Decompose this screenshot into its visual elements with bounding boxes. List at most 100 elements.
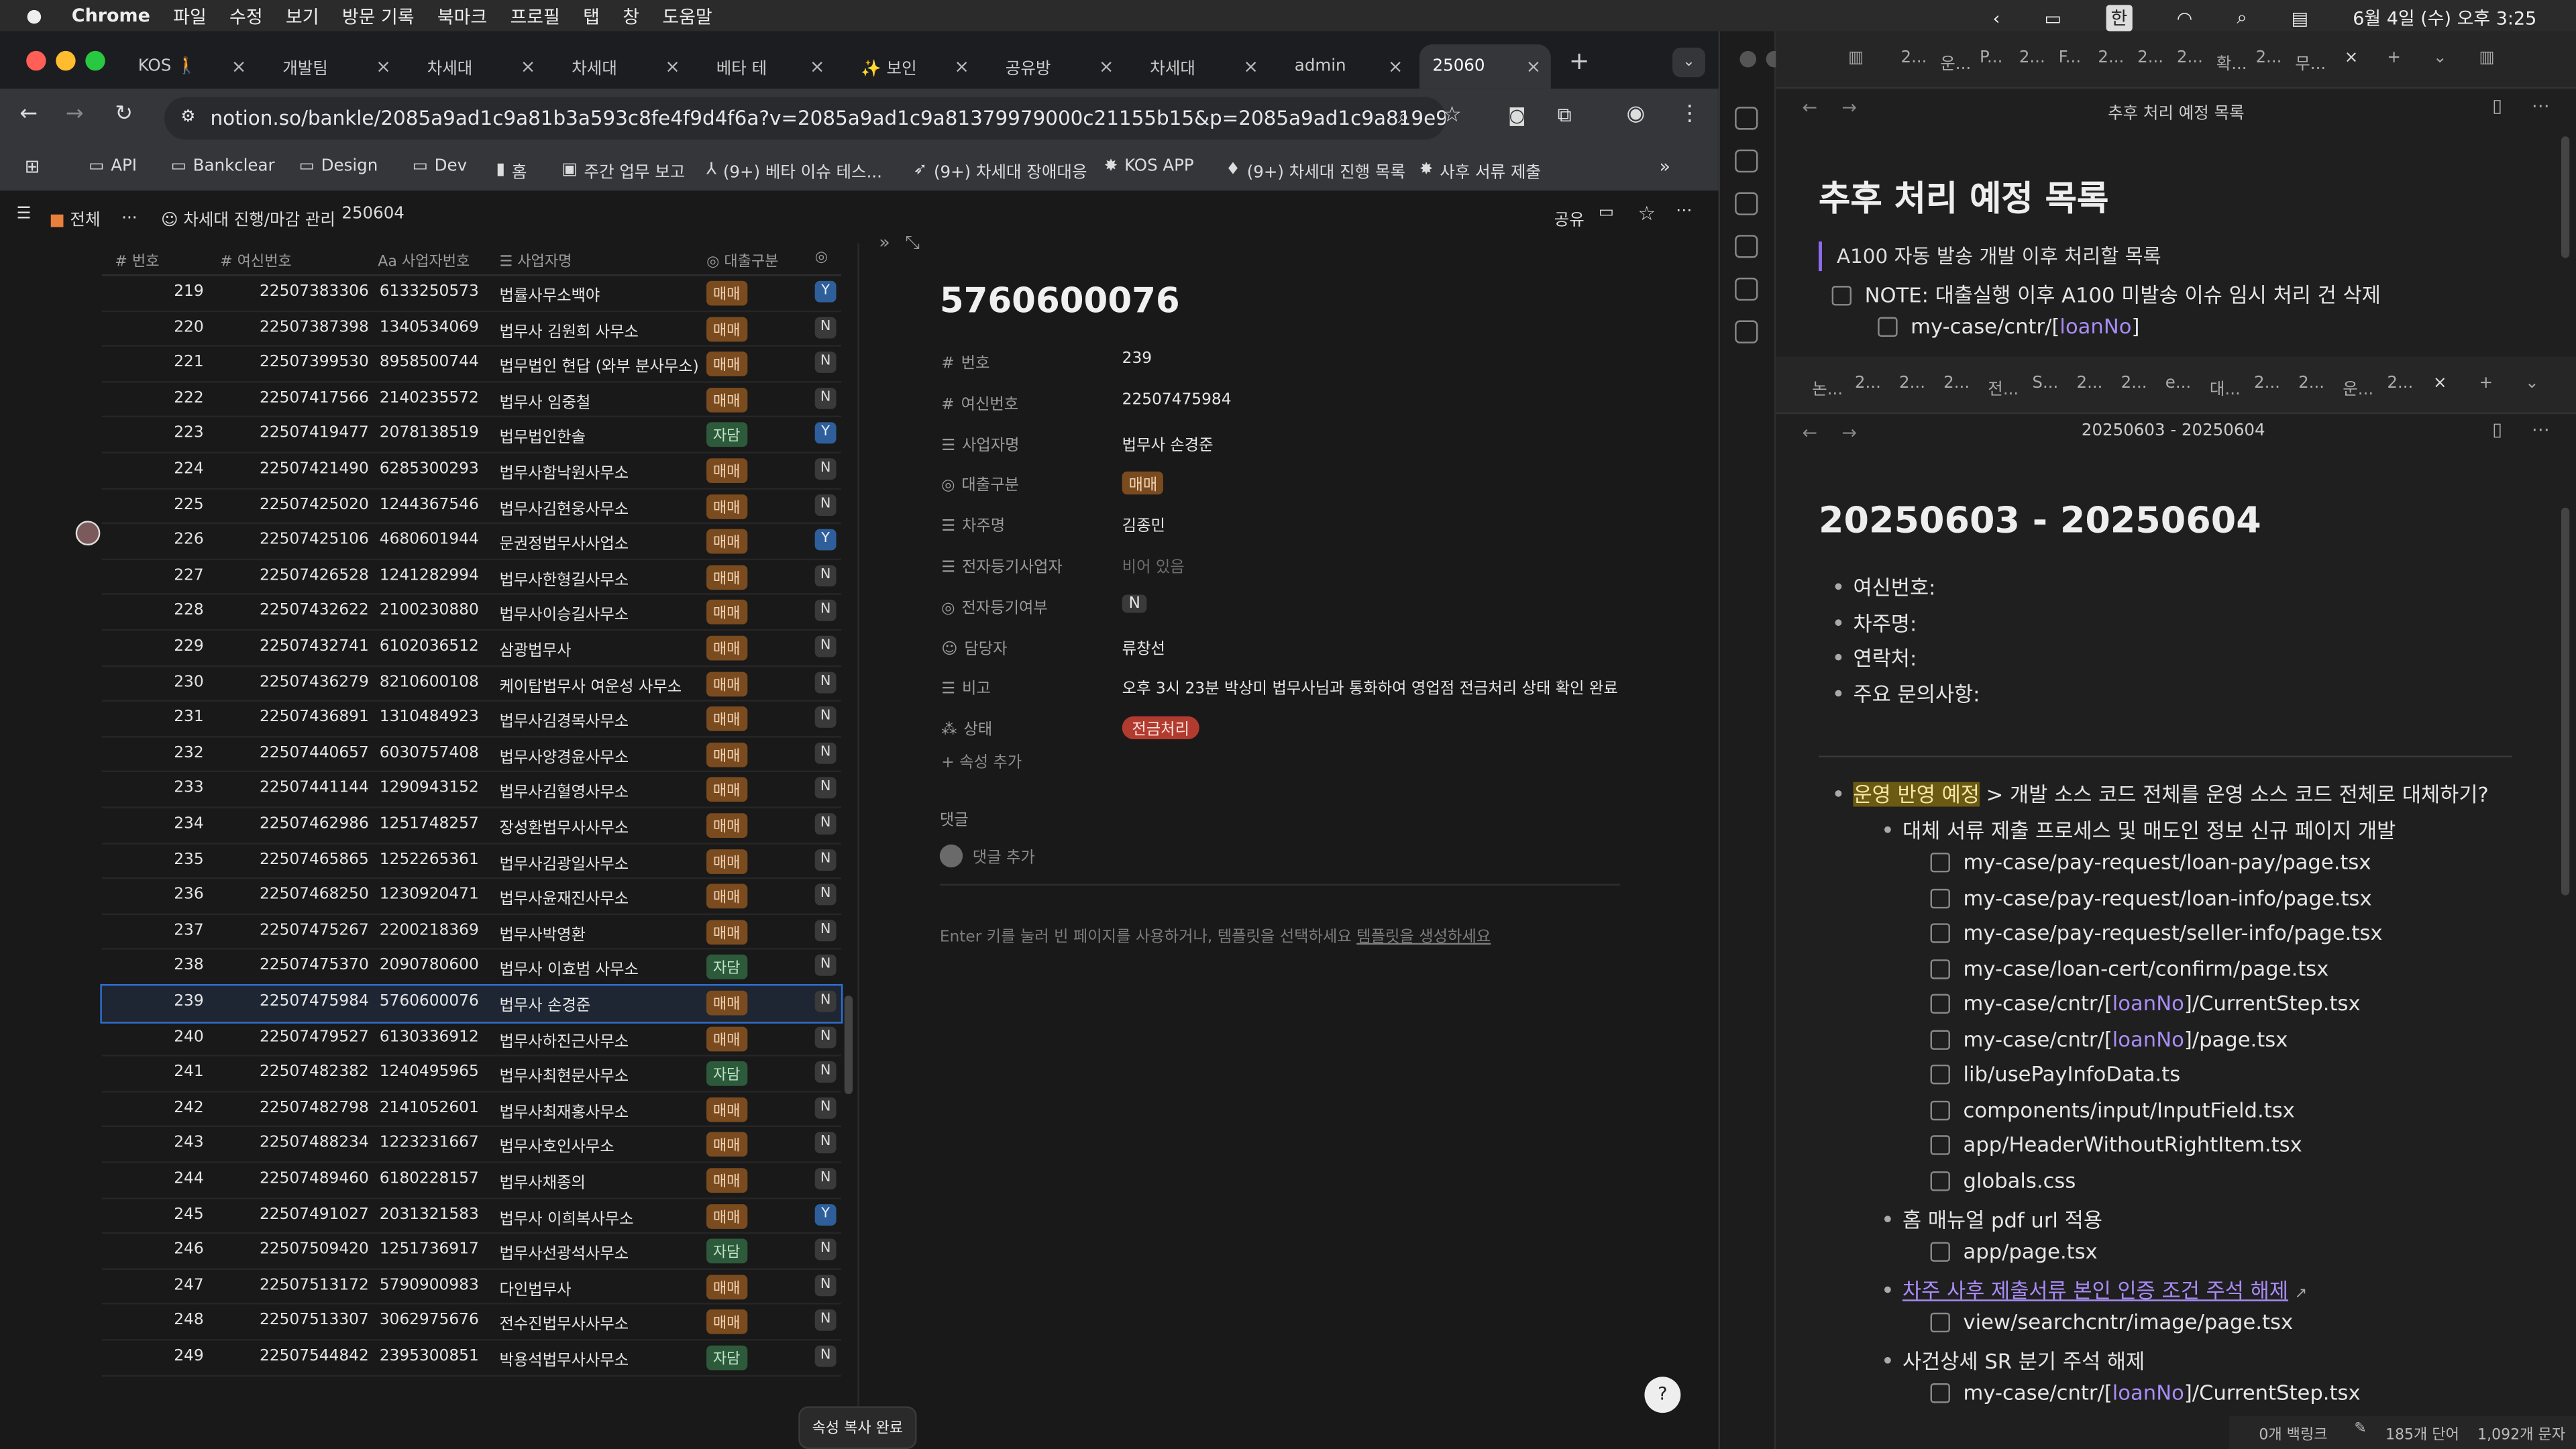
close-tab-icon[interactable]: ×	[2433, 374, 2447, 392]
biz-number[interactable]: 1241282994	[380, 566, 479, 584]
back-icon[interactable]: ←	[1803, 97, 1818, 118]
tab-search-icon[interactable]: ⌄	[1672, 48, 1706, 78]
table-row[interactable]: 228 22507432622 2100230880 법무사이승길사무소 매매 N	[101, 595, 841, 631]
biz-number[interactable]: 1340534069	[380, 318, 479, 336]
col-header-name[interactable]: ☰ 사업자명	[499, 250, 572, 271]
flag-badge[interactable]: N	[814, 1274, 837, 1296]
loan-type-badge[interactable]: 매매	[706, 706, 747, 732]
camera-icon[interactable]: ◙	[1508, 105, 1525, 127]
checkbox[interactable]	[1930, 994, 1950, 1014]
checkbox[interactable]	[1930, 958, 1950, 979]
biz-number[interactable]: 5790900983	[380, 1276, 479, 1294]
share-button[interactable]: 공유	[1554, 205, 1585, 230]
checkbox[interactable]	[1930, 1135, 1950, 1155]
breadcrumb-item[interactable]: ☺ 차세대 진행/마감 관리	[161, 205, 335, 230]
flag-badge[interactable]: N	[814, 884, 837, 906]
loan-type-badge[interactable]: 매매	[706, 280, 747, 306]
terminal-icon[interactable]	[1735, 320, 1758, 343]
loan-type-badge[interactable]: 매매	[706, 777, 747, 803]
bookmark-item[interactable]: ♦ (9+) 차세대 진행 목록	[1226, 158, 1405, 182]
keyboard-icon[interactable]: ▭	[2045, 7, 2061, 29]
browser-tab[interactable]: admin ×	[1281, 44, 1413, 89]
biz-number[interactable]: 6130336912	[380, 1028, 479, 1046]
note-tab[interactable]: 2...	[2298, 374, 2324, 392]
table-row[interactable]: 240 22507479527 6130336912 법무사하진근사무소 매매 N	[101, 1021, 841, 1057]
spotlight-icon[interactable]: ⌕	[2237, 7, 2247, 30]
table-row[interactable]: 225 22507425020 1244367546 법무사김현웅사무소 매매 N	[101, 489, 841, 525]
table-row[interactable]: 239 22507475984 5760600076 법무사 손경준 매매 N	[100, 983, 843, 1023]
property-value[interactable]: 239	[1122, 350, 1152, 368]
copy-icon[interactable]	[1735, 277, 1758, 301]
menu-kebab-icon[interactable]: ⋮	[1679, 102, 1701, 127]
col-header-biz[interactable]: Aa 사업자번호	[378, 250, 470, 271]
checkbox[interactable]	[1930, 1064, 1950, 1085]
note-tab[interactable]: 무...	[2295, 49, 2326, 74]
note-tab[interactable]: 대...	[2210, 374, 2241, 399]
todo-item[interactable]: lib/usePayInfoData.ts	[1930, 1061, 2180, 1086]
bookmark-item[interactable]: ⅄ (9+) 베타 이슈 테스...	[706, 158, 882, 182]
note-tab[interactable]: 2...	[2254, 374, 2280, 392]
biz-number[interactable]: 2100230880	[380, 602, 479, 620]
note-tab[interactable]: 2...	[1899, 374, 1925, 392]
property-value[interactable]: 매매	[1122, 472, 1165, 496]
flag-badge[interactable]: N	[814, 1026, 837, 1048]
note-tab[interactable]: 2...	[2177, 49, 2203, 67]
close-tab-icon[interactable]: ×	[231, 56, 247, 77]
bookmark-item[interactable]: ✸ 사후 서류 제출	[1419, 158, 1541, 182]
property-value[interactable]: N	[1122, 594, 1147, 612]
table-row[interactable]: 219 22507383306 6133250573 법률사무소백야 매매 Y	[101, 276, 841, 312]
forward-icon[interactable]: →	[66, 102, 84, 127]
flag-badge[interactable]: N	[814, 600, 837, 622]
apple-icon[interactable]: ●	[26, 5, 42, 26]
file-icon[interactable]	[1735, 107, 1758, 130]
note-tab[interactable]: 운...	[2343, 374, 2373, 399]
property-value[interactable]: 김종민	[1122, 513, 1165, 536]
site-info-icon[interactable]: ⚙	[180, 97, 195, 140]
bookmark-item[interactable]: ✸ KOS APP	[1104, 158, 1194, 176]
flag-badge[interactable]: N	[814, 1097, 837, 1119]
reading-view-icon[interactable]: ▯	[2492, 95, 2502, 117]
table-row[interactable]: 235 22507465865 1252265361 법무사김광일사무소 매매 N	[101, 844, 841, 879]
property-row[interactable]: ☰ 사업자명 법무사 손경준	[941, 428, 1631, 461]
loan-type-badge[interactable]: 매매	[706, 919, 747, 945]
table-row[interactable]: 230 22507436279 8210600108 케이탑법무사 여운성 사무소 매매…	[101, 666, 841, 702]
menu-app[interactable]: Chrome	[72, 5, 150, 26]
property-value[interactable]: 전금처리	[1122, 716, 1199, 740]
backlinks-count[interactable]: 0개 백링크	[2259, 1423, 2327, 1444]
loan-type-badge[interactable]: 자담	[706, 1061, 747, 1087]
note-tab[interactable]: 2...	[2019, 49, 2045, 67]
table-row[interactable]: 246 22507509420 1251736917 법무사선광석사무소 자담 N	[101, 1234, 841, 1270]
flag-badge[interactable]: N	[814, 564, 837, 586]
biz-number[interactable]: 2031321583	[380, 1205, 479, 1224]
biz-number[interactable]: 8210600108	[380, 673, 479, 691]
favorite-icon[interactable]: ☆	[1638, 202, 1656, 225]
note-tab[interactable]: 전...	[1988, 374, 2019, 399]
flag-badge[interactable]: Y	[814, 529, 837, 551]
property-value[interactable]: 법무사 손경준	[1122, 431, 1214, 454]
biz-number[interactable]: 1251736917	[380, 1240, 479, 1258]
checkbox[interactable]	[1930, 1030, 1950, 1050]
flag-badge[interactable]: N	[814, 1061, 837, 1083]
checkbox[interactable]	[1930, 1099, 1950, 1120]
table-row[interactable]: 238 22507475370 2090780600 법무사 이효범 사무소 자담 N	[101, 950, 841, 986]
close-tab-icon[interactable]: ×	[1243, 56, 1258, 77]
todo-item[interactable]: my-case/cntr/[loanNo]/CurrentStep.tsx	[1930, 991, 2361, 1015]
checkbox[interactable]	[1930, 853, 1950, 873]
biz-number[interactable]: 1230920471	[380, 885, 479, 904]
flag-badge[interactable]: N	[814, 777, 837, 800]
loan-type-badge[interactable]: 매매	[706, 529, 747, 554]
todo-item[interactable]: my-case/pay-request/seller-info/page.tsx	[1930, 920, 2382, 945]
todo-item[interactable]: my-case/loan-cert/confirm/page.tsx	[1930, 955, 2328, 980]
extensions-icon[interactable]: ⧉	[1558, 103, 1572, 128]
sidebar-toggle-icon[interactable]: ▥	[1848, 49, 1864, 67]
loan-type-badge[interactable]: 매매	[706, 1132, 747, 1158]
menu-window[interactable]: 창	[623, 3, 639, 29]
flag-badge[interactable]: N	[814, 990, 837, 1012]
profile-icon[interactable]: ◉	[1627, 102, 1646, 127]
bottom-pane-scrollbar[interactable]	[2561, 507, 2570, 896]
loan-type-badge[interactable]: 매매	[706, 494, 747, 519]
reload-icon[interactable]: ↻	[115, 102, 133, 127]
browser-tab-active[interactable]: 25060 ×	[1419, 44, 1551, 89]
flag-badge[interactable]: Y	[814, 1203, 837, 1225]
control-center-icon[interactable]: ▤	[2292, 7, 2308, 29]
